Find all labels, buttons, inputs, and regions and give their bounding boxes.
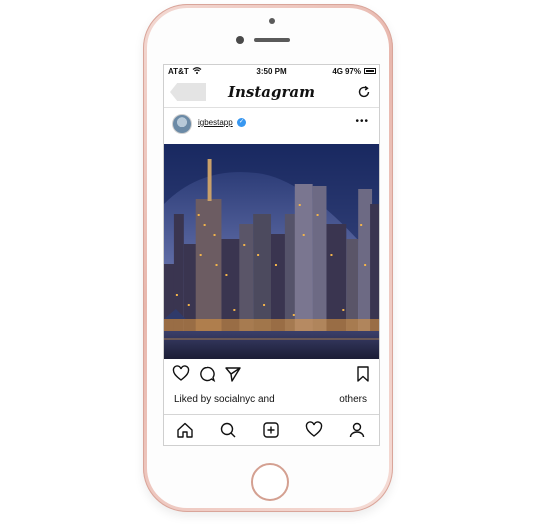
app-header: Instagram (164, 79, 379, 108)
liked-by-and: and (257, 394, 275, 405)
activity-heart-icon[interactable] (305, 421, 323, 439)
more-dots-icon[interactable]: ••• (355, 116, 369, 127)
rear-camera-dot (269, 18, 275, 24)
refresh-icon[interactable] (357, 85, 371, 99)
phone-screen: AT&T 3:50 PM 4G 97% Instagram igbestapp … (163, 64, 380, 446)
post-photo[interactable] (164, 144, 379, 359)
liked-by-user[interactable]: socialnyc (214, 394, 255, 405)
instagram-logo: Instagram (228, 83, 315, 101)
avatar[interactable] (172, 114, 192, 134)
verified-badge-icon: ✓ (237, 118, 246, 127)
network-type: 4G (332, 67, 343, 76)
post-username[interactable]: igbestapp (198, 118, 233, 127)
front-camera (236, 36, 244, 44)
liked-by-prefix: Liked by (174, 394, 212, 405)
earpiece-speaker (254, 38, 290, 42)
battery-icon (364, 68, 376, 74)
search-icon[interactable] (219, 421, 237, 439)
heart-icon[interactable] (172, 365, 190, 383)
home-button[interactable] (251, 463, 289, 501)
status-bar: AT&T 3:50 PM 4G 97% (164, 65, 379, 79)
comment-icon[interactable] (198, 365, 216, 383)
bookmark-icon[interactable] (354, 365, 372, 383)
share-icon[interactable] (224, 365, 242, 383)
home-icon[interactable] (176, 421, 194, 439)
bottom-tab-bar (164, 414, 379, 445)
post-actions (164, 365, 379, 387)
post-header: igbestapp ✓ ••• (164, 107, 379, 139)
profile-icon[interactable] (348, 421, 366, 439)
battery-percent: 97% (344, 67, 361, 76)
add-post-icon[interactable] (262, 421, 280, 439)
liked-by-text: Liked by socialnyc and (174, 394, 275, 405)
liked-by-others[interactable]: others (339, 394, 367, 405)
